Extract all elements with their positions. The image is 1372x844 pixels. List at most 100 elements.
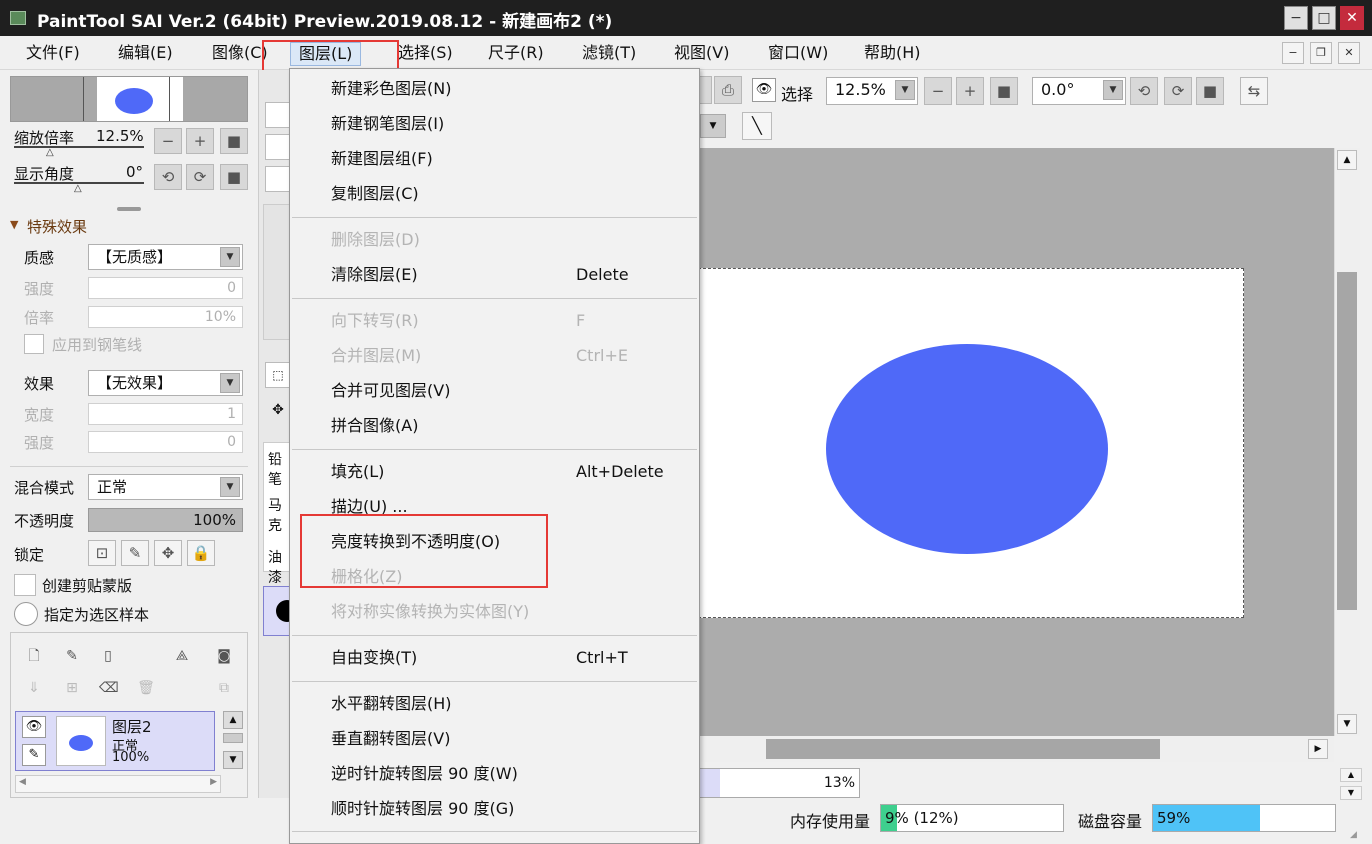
rotate-reset-button[interactable]: ■ — [220, 164, 248, 190]
menu-delete-layer[interactable]: 删除图层(D) — [290, 225, 699, 255]
scroll-up-icon[interactable]: ▲ — [1340, 768, 1362, 782]
toolbar-zoom-select[interactable]: 12.5% ▼ — [826, 77, 918, 105]
brush-marker[interactable]: 马克 — [268, 495, 290, 535]
effect-select[interactable]: 【无效果】 ▼ — [88, 370, 243, 396]
pen-icon[interactable]: ✎ — [22, 744, 46, 766]
toolbar-zoom-reset-button[interactable]: ■ — [990, 77, 1018, 105]
minimize-button[interactable]: − — [1284, 6, 1308, 30]
layer-mask-icon[interactable]: ⟁ — [173, 647, 191, 665]
layer-row[interactable]: 👁 ✎ 图层2 正常 100% — [15, 711, 215, 771]
lock-paint-button[interactable]: ✎ — [121, 540, 149, 566]
menu-free-transform[interactable]: 自由变换(T) Ctrl+T — [290, 643, 699, 673]
menu-flip-vertical[interactable]: 垂直翻转图层(V) — [290, 724, 699, 754]
print-icon[interactable]: ⎙ — [714, 76, 742, 104]
menu-clear-layer[interactable]: 清除图层(E) Delete — [290, 260, 699, 290]
trash-icon[interactable]: 🗑 — [137, 679, 155, 697]
width-field[interactable]: 1 — [88, 403, 243, 425]
mdi-close-button[interactable]: ✕ — [1338, 42, 1360, 64]
lock-all-button[interactable]: 🔒 — [187, 540, 215, 566]
mdi-restore-button[interactable]: ❐ — [1310, 42, 1332, 64]
tool-slot[interactable] — [265, 134, 291, 160]
menu-fill[interactable]: 填充(L) Alt+Delete — [290, 457, 699, 487]
eye-icon[interactable]: 👁 — [22, 716, 46, 738]
scroll-left-icon[interactable]: ◀ — [19, 777, 26, 787]
scroll-up-icon[interactable]: ▲ — [1337, 150, 1357, 170]
flip-icon[interactable]: ⇆ — [1240, 77, 1268, 105]
menu-filter[interactable]: 滤镜(T) — [574, 42, 644, 66]
zoom-in-button[interactable]: + — [186, 128, 214, 154]
menu-new-color-layer[interactable]: 新建彩色图层(N) — [290, 74, 699, 104]
menu-flip-horizontal[interactable]: 水平翻转图层(H) — [290, 689, 699, 719]
navigator-preview[interactable] — [10, 76, 248, 122]
scroll-down-icon[interactable]: ▼ — [1340, 786, 1362, 800]
apply-pen-checkbox[interactable] — [24, 334, 44, 354]
toolbar-zoom-in-button[interactable]: + — [956, 77, 984, 105]
layer-hscroll[interactable]: ◀ ▶ — [15, 775, 221, 793]
toolbar-partial-button[interactable] — [700, 76, 712, 104]
clip-checkbox[interactable] — [14, 574, 36, 596]
menu-view[interactable]: 视图(V) — [666, 42, 737, 66]
menu-duplicate-layer[interactable]: 复制图层(C) — [290, 179, 699, 209]
color-checker[interactable] — [263, 204, 291, 340]
brush-size-preview[interactable] — [263, 586, 298, 636]
scroll-up-icon[interactable]: ▲ — [223, 711, 243, 729]
scroll-right-icon[interactable]: ▶ — [1308, 739, 1328, 759]
strength-field[interactable]: 0 — [88, 277, 243, 299]
menu-merge-visible[interactable]: 合并可见图层(V) — [290, 376, 699, 406]
menu-edit[interactable]: 编辑(E) — [110, 42, 181, 66]
menu-flatten-image[interactable]: 拼合图像(A) — [290, 411, 699, 441]
tool-slot[interactable] — [265, 102, 291, 128]
toolbar-zoom-out-button[interactable]: − — [924, 77, 952, 105]
lock-move-button[interactable]: ✥ — [154, 540, 182, 566]
brush-paint[interactable]: 油漆 — [268, 547, 290, 587]
rotate-ccw-button[interactable]: ⟲ — [154, 164, 182, 190]
apply-mask-icon[interactable]: ⧉ — [215, 679, 233, 697]
zoom-out-button[interactable]: − — [154, 128, 182, 154]
sample-radio[interactable] — [14, 602, 38, 626]
menu-new-layer-group[interactable]: 新建图层组(F) — [290, 144, 699, 174]
close-button[interactable]: ✕ — [1340, 6, 1364, 30]
menu-rotate-cw-90[interactable]: 顺时针旋转图层 90 度(G) — [290, 794, 699, 824]
maximize-button[interactable]: □ — [1312, 6, 1336, 30]
toolbar-angle-select[interactable]: 0.0° ▼ — [1032, 77, 1126, 105]
menu-rotate-ccw-90[interactable]: 逆时针旋转图层 90 度(W) — [290, 759, 699, 789]
angle-slider-thumb[interactable]: △ — [74, 183, 82, 194]
new-folder-icon[interactable]: ▯ — [99, 647, 117, 665]
texture-select[interactable]: 【无质感】 ▼ — [88, 244, 243, 270]
move-icon[interactable]: ✥ — [265, 398, 291, 424]
select-rect-icon[interactable]: ⬚ — [265, 362, 291, 388]
canvas-hscroll[interactable]: ▶ — [698, 736, 1334, 762]
resize-grip-icon[interactable]: ◢ — [1350, 830, 1357, 840]
menu-file[interactable]: 文件(F) — [18, 42, 88, 66]
new-layer-icon[interactable]: 🗋 — [25, 647, 43, 665]
clear-layer-icon[interactable]: ⌫ — [99, 679, 119, 697]
zoom-reset-button[interactable]: ■ — [220, 128, 248, 154]
menu-symmetry-to-solid[interactable]: 将对称实像转换为实体图(Y) — [290, 597, 699, 627]
scale-field[interactable]: 10% — [88, 306, 243, 328]
menu-ruler[interactable]: 尺子(R) — [480, 42, 552, 66]
collapse-icon[interactable]: ▼ — [10, 218, 18, 231]
menu-help[interactable]: 帮助(H) — [856, 42, 929, 66]
menu-new-pen-layer[interactable]: 新建钢笔图层(I) — [290, 109, 699, 139]
chevron-down-icon[interactable]: ▼ — [700, 114, 726, 138]
brush-pencil[interactable]: 铅笔 — [268, 449, 290, 489]
zoom-slider[interactable] — [14, 146, 144, 148]
canvas-vscroll-thumb[interactable] — [1337, 272, 1357, 610]
scroll-down-icon[interactable]: ▼ — [223, 751, 243, 769]
opacity-slider[interactable]: 100% — [88, 508, 243, 532]
copy-layer-icon[interactable]: ⊞ — [63, 679, 81, 697]
line-tool-icon[interactable]: ╲ — [742, 112, 772, 140]
canvas-vscroll[interactable]: ▲ ▼ — [1334, 148, 1360, 736]
menu-merge-layer[interactable]: 合并图层(M) Ctrl+E — [290, 341, 699, 371]
menu-window[interactable]: 窗口(W) — [760, 42, 836, 66]
merge-down-icon[interactable]: ⇓ — [25, 679, 43, 697]
blend-select[interactable]: 正常 ▼ — [88, 474, 243, 500]
panel-splitter[interactable] — [117, 207, 141, 211]
toolbar-rotate-cw-button[interactable]: ⟳ — [1164, 77, 1192, 105]
layer-mask-toggle-icon[interactable]: ◙ — [215, 647, 233, 665]
scroll-right-icon[interactable]: ▶ — [210, 777, 217, 787]
zoom-slider-thumb[interactable]: △ — [46, 147, 54, 158]
toolbar-rotate-ccw-button[interactable]: ⟲ — [1130, 77, 1158, 105]
toolbar-rotate-reset-button[interactable]: ■ — [1196, 77, 1224, 105]
menu-select[interactable]: 选择(S) — [390, 42, 461, 66]
